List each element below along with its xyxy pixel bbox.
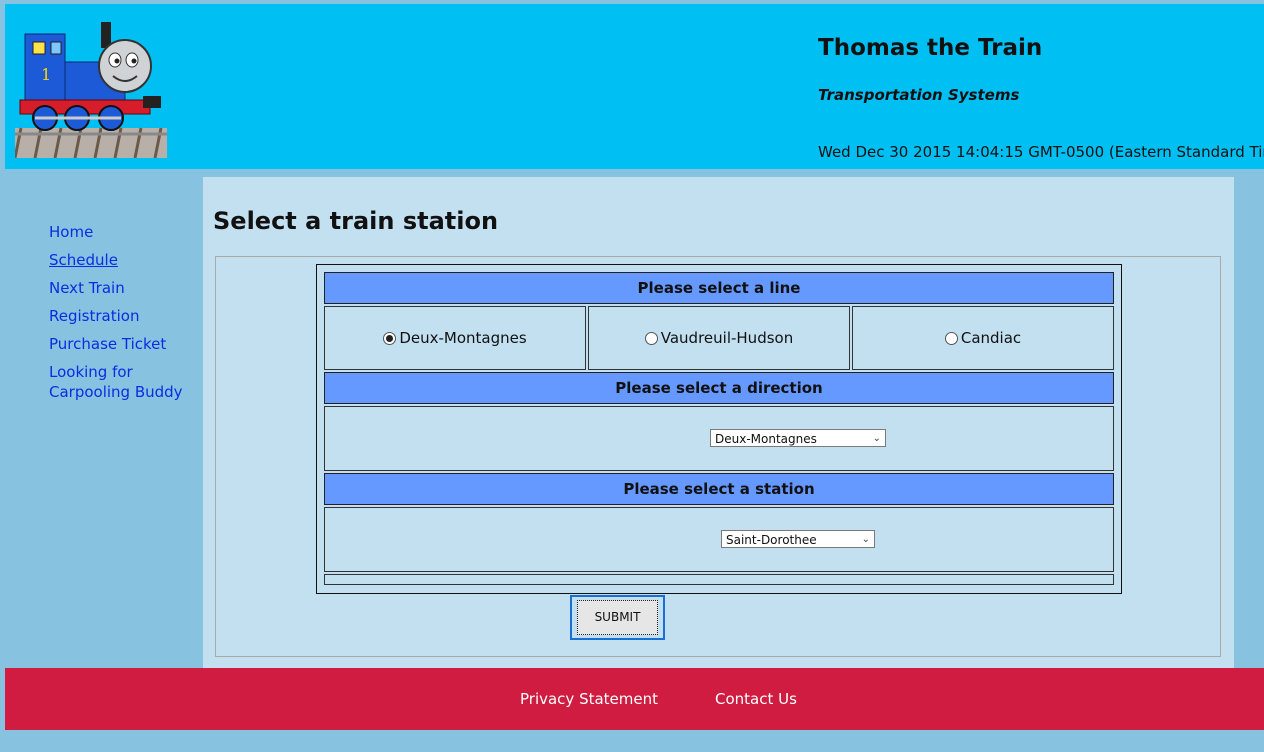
station-select-value: Saint-Dorothee: [726, 533, 817, 547]
line-section-header: Please select a line: [324, 272, 1114, 304]
site-subtitle: Transportation Systems: [818, 86, 1020, 104]
site-header: 1 Thomas the Train Transportation System…: [5, 4, 1264, 169]
station-cell: Saint-Dorothee ⌄: [324, 507, 1114, 572]
line-radio-deux-montagnes[interactable]: Deux-Montagnes: [383, 329, 527, 347]
line-option-cell: Deux-Montagnes: [324, 306, 586, 370]
chevron-down-icon: ⌄: [861, 534, 870, 545]
line-radio-candiac[interactable]: Candiac: [944, 329, 1022, 347]
line-option-cell: Vaudreuil-Hudson: [588, 306, 850, 370]
nav-purchase-ticket-link[interactable]: Purchase Ticket: [49, 334, 199, 354]
nav-registration-link[interactable]: Registration: [49, 306, 199, 326]
contact-us-link[interactable]: Contact Us: [715, 690, 797, 708]
line-option-label: Candiac: [960, 329, 1022, 347]
submit-button[interactable]: SUBMIT: [577, 600, 658, 635]
site-title: Thomas the Train: [818, 35, 1043, 61]
thomas-train-logo: 1: [13, 16, 167, 159]
page-title: Select a train station: [213, 207, 499, 235]
station-section-header: Please select a station: [324, 473, 1114, 505]
privacy-statement-link[interactable]: Privacy Statement: [520, 690, 658, 708]
station-selection-table: Please select a line Deux-Montagnes Vaud…: [316, 264, 1122, 594]
submit-focus-ring: SUBMIT: [570, 595, 665, 640]
nav-next-train-link[interactable]: Next Train: [49, 278, 199, 298]
nav-schedule-link[interactable]: Schedule: [49, 250, 199, 270]
nav-carpooling-link[interactable]: Looking for Carpooling Buddy: [49, 362, 199, 402]
radio-unchecked-icon[interactable]: [644, 331, 658, 345]
radio-checked-icon[interactable]: [383, 331, 397, 345]
site-footer: Privacy Statement Contact Us: [5, 668, 1264, 730]
direction-select[interactable]: Deux-Montagnes ⌄: [710, 429, 886, 447]
chevron-down-icon: ⌄: [872, 433, 881, 444]
svg-text:1: 1: [41, 65, 51, 84]
radio-unchecked-icon[interactable]: [944, 331, 958, 345]
main-content: Select a train station Please select a l…: [203, 177, 1234, 668]
line-option-label: Deux-Montagnes: [399, 329, 527, 347]
station-form-frame: Please select a line Deux-Montagnes Vaud…: [215, 256, 1221, 657]
line-option-label: Vaudreuil-Hudson: [660, 329, 794, 347]
empty-row: [324, 574, 1114, 585]
direction-cell: Deux-Montagnes ⌄: [324, 406, 1114, 471]
sidebar-nav: Home Schedule Next Train Registration Pu…: [49, 222, 199, 410]
station-select[interactable]: Saint-Dorothee ⌄: [721, 530, 875, 548]
direction-section-header: Please select a direction: [324, 372, 1114, 404]
line-option-cell: Candiac: [852, 306, 1114, 370]
current-datetime: Wed Dec 30 2015 14:04:15 GMT-0500 (Easte…: [818, 143, 1264, 161]
direction-select-value: Deux-Montagnes: [715, 432, 817, 446]
nav-home-link[interactable]: Home: [49, 222, 199, 242]
line-radio-vaudreuil-hudson[interactable]: Vaudreuil-Hudson: [644, 329, 794, 347]
